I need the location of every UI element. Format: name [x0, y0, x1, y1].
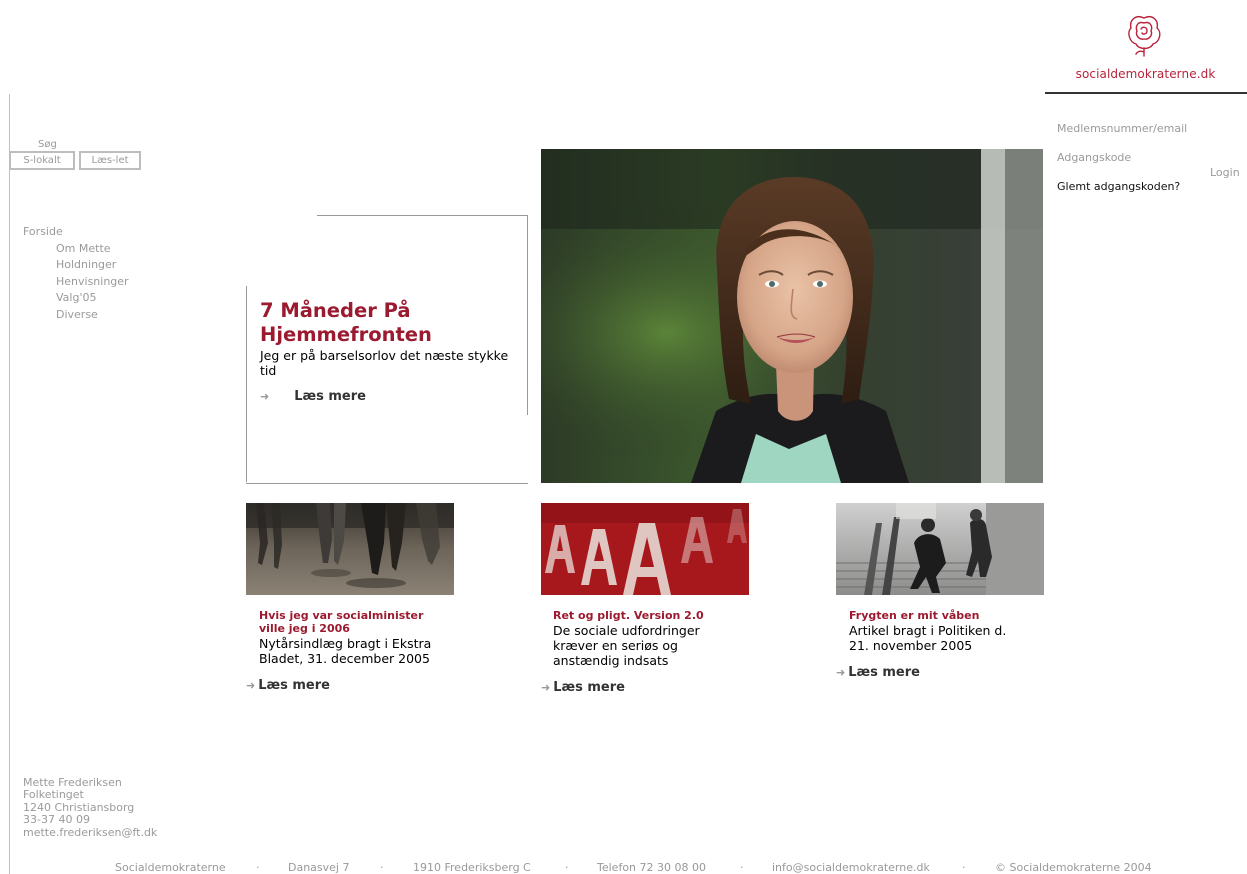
feature-read-more-label: Læs mere — [294, 389, 366, 404]
arrow-right-icon: ➜ — [260, 390, 270, 403]
footer-copyright: © Socialdemokraterne 2004 — [995, 861, 1152, 874]
card-1-text: Nytårsindlæg bragt i Ekstra Bladet, 31. … — [259, 636, 432, 666]
contact-org: Folketinget — [23, 788, 84, 802]
card-2-title[interactable]: Ret og pligt. Version 2.0 — [553, 609, 743, 622]
s-lokalt-button[interactable]: S-lokalt — [9, 151, 75, 170]
member-number-field[interactable]: Medlemsnummer/email — [1057, 122, 1187, 135]
search-label[interactable]: Søg — [38, 139, 57, 150]
footer-city: 1910 Frederiksberg C — [413, 861, 531, 874]
laes-let-button[interactable]: Læs-let — [79, 151, 141, 170]
brand-underline — [1045, 92, 1247, 94]
brand-logo[interactable]: socialdemokraterne.dk — [1044, 0, 1247, 94]
card-3-photo[interactable] — [836, 503, 1044, 595]
feature-left-rule — [246, 286, 247, 482]
arrow-right-icon: ➜ — [246, 679, 256, 692]
card-3-read-more-label: Læs mere — [848, 665, 920, 680]
feature-top-rule — [317, 215, 528, 216]
nav-item-forside[interactable]: Forside — [23, 224, 129, 241]
feature-title[interactable]: 7 Måneder På Hjemmefronten — [260, 299, 522, 347]
nav-item-valg05[interactable]: Valg'05 — [23, 290, 129, 307]
card-3-title[interactable]: Frygten er mit våben — [849, 609, 1039, 622]
feature-read-more-link[interactable]: ➜ Læs mere — [260, 389, 366, 404]
password-field[interactable]: Adgangskode — [1057, 151, 1131, 164]
nav-item-henvisninger[interactable]: Henvisninger — [23, 274, 129, 291]
rose-icon — [1128, 16, 1161, 57]
main-nav: Forside Om Mette Holdninger Henvisninger… — [23, 224, 129, 323]
footer-phone: Telefon 72 30 08 00 — [597, 861, 706, 874]
card-3-text: Artikel bragt i Politiken d. 21. novembe… — [849, 623, 1007, 653]
card-1-read-more-link[interactable]: ➜ Læs mere — [246, 678, 330, 693]
card-1-read-more-label: Læs mere — [258, 678, 330, 693]
footer-email-link[interactable]: info@socialdemokraterne.dk — [772, 861, 930, 874]
left-vertical-rule — [9, 94, 10, 874]
card-1-photo[interactable] — [246, 503, 454, 595]
card-2-text: De sociale udfordringer kræver en seriøs… — [553, 623, 700, 668]
card-2-read-more-link[interactable]: ➜ Læs mere — [541, 680, 625, 695]
nav-item-om-mette[interactable]: Om Mette — [23, 241, 129, 258]
footer-separator: · — [380, 861, 384, 874]
feature-text: Jeg er på barselsorlov det næste stykke … — [260, 348, 509, 378]
login-button[interactable]: Login — [1210, 166, 1240, 179]
contact-phone: 33-37 40 09 — [23, 813, 90, 827]
contact-email-link[interactable]: mette.frederiksen@ft.dk — [23, 826, 157, 839]
contact-info: Mette Frederiksen Folketinget 1240 Chris… — [23, 776, 157, 839]
footer-separator: · — [256, 861, 260, 874]
arrow-right-icon: ➜ — [836, 666, 846, 679]
footer-separator: · — [740, 861, 744, 874]
footer-street: Danasvej 7 — [288, 861, 350, 874]
footer-separator: · — [565, 861, 569, 874]
feature-bottom-rule — [246, 483, 528, 484]
hero-portrait-photo — [541, 149, 1043, 483]
card-1-title[interactable]: Hvis jeg var socialminister ville jeg i … — [259, 609, 449, 635]
arrow-right-icon: ➜ — [541, 681, 551, 694]
forgot-password-link[interactable]: Glemt adgangskoden? — [1057, 180, 1180, 193]
footer-org: Socialdemokraterne — [115, 861, 226, 874]
nav-item-diverse[interactable]: Diverse — [23, 307, 129, 324]
nav-item-holdninger[interactable]: Holdninger — [23, 257, 129, 274]
feature-right-rule — [527, 215, 528, 415]
brand-name: socialdemokraterne.dk — [1075, 67, 1216, 81]
card-3-read-more-link[interactable]: ➜ Læs mere — [836, 665, 920, 680]
footer-separator: · — [962, 861, 966, 874]
card-2-read-more-label: Læs mere — [553, 680, 625, 695]
card-2-photo[interactable] — [541, 503, 749, 595]
